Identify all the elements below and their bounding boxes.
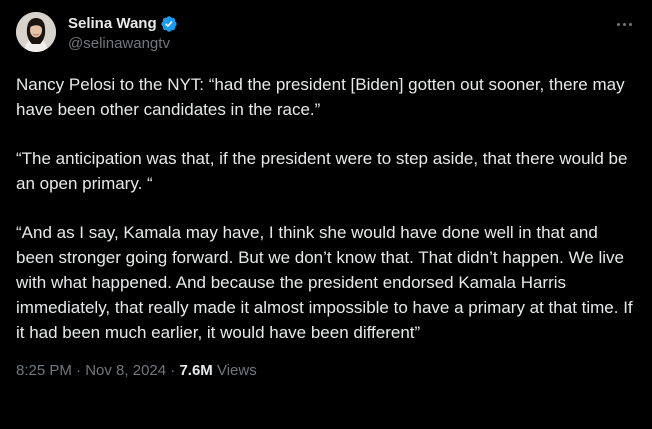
tweet-header: Selina Wang @selinawangtv (16, 12, 636, 60)
more-options-icon[interactable] (614, 14, 634, 34)
views-count[interactable]: 7.6M (179, 362, 212, 379)
tweet: Selina Wang @selinawangtv Nancy Pelosi t… (0, 0, 652, 429)
tweet-paragraph: “The anticipation was that, if the presi… (16, 149, 628, 193)
tweet-text: Nancy Pelosi to the NYT: “had the presid… (16, 72, 636, 345)
meta-separator: · (71, 362, 86, 379)
author-handle[interactable]: @selinawangtv (68, 34, 178, 54)
avatar[interactable] (16, 12, 56, 52)
author-names: Selina Wang @selinawangtv (68, 12, 178, 54)
tweet-meta: 8:25 PM · Nov 8, 2024 · 7.6M Views (16, 361, 636, 381)
more-dot (622, 22, 626, 26)
views-label: Views (212, 362, 257, 379)
meta-separator: · (166, 362, 180, 379)
verified-badge-icon[interactable] (160, 15, 178, 33)
author-display-name[interactable]: Selina Wang (68, 14, 157, 34)
more-dot (628, 22, 632, 26)
more-dot (616, 22, 620, 26)
tweet-paragraph: Nancy Pelosi to the NYT: “had the presid… (16, 75, 625, 119)
tweet-paragraph: “And as I say, Kamala may have, I think … (16, 223, 633, 342)
tweet-time[interactable]: 8:25 PM (16, 362, 72, 379)
profile-photo-icon (16, 12, 56, 52)
tweet-date[interactable]: Nov 8, 2024 (85, 362, 166, 379)
name-row: Selina Wang (68, 14, 178, 34)
